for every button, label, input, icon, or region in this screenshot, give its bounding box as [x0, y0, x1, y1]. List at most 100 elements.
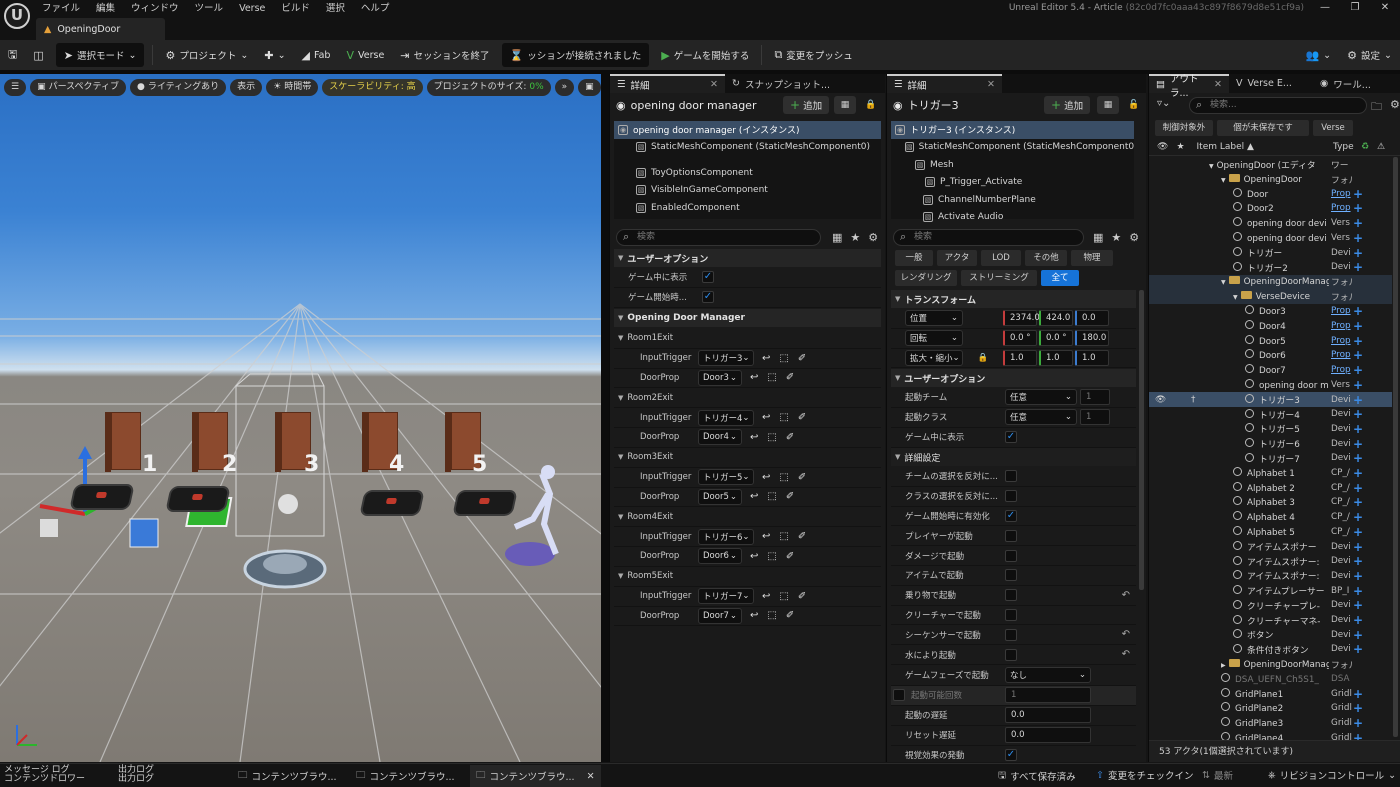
outliner-row[interactable]: トリガー Devi +: [1149, 245, 1392, 260]
restore-button[interactable]: ❐: [1340, 0, 1370, 17]
filter-0[interactable]: 一般: [895, 250, 933, 266]
room-header[interactable]: ▼ Room5Exit: [614, 567, 881, 587]
room-header[interactable]: ▼ Room2Exit: [614, 389, 881, 409]
outliner-row[interactable]: Alphabet 1 CP_/+: [1149, 466, 1392, 481]
eyedropper-icon[interactable]: ✐: [786, 491, 794, 502]
eyedropper-icon[interactable]: ✐: [786, 372, 794, 383]
show-button[interactable]: 表示: [230, 78, 263, 96]
component-row[interactable]: ▧ ChannelNumberPlane: [891, 191, 1134, 209]
table-icon[interactable]: ▦: [1093, 231, 1103, 244]
add-icon[interactable]: +: [1353, 378, 1363, 392]
chevron-down-icon[interactable]: ▼: [1221, 177, 1226, 184]
chevron-down-icon[interactable]: ▼: [1221, 279, 1226, 286]
outliner-row[interactable]: DSA_UEFN_Ch5S1_ DSA: [1149, 672, 1392, 687]
save-all-status[interactable]: 🖫 すべて保存済み: [998, 768, 1076, 784]
door-prop-dropdown[interactable]: Door7 ⌄: [698, 607, 742, 624]
outliner-row[interactable]: トリガー6 Devi +: [1149, 436, 1392, 451]
room-header[interactable]: ▼ Room3Exit: [614, 448, 881, 468]
add-icon[interactable]: +: [1353, 628, 1363, 642]
game-phase-dropdown[interactable]: なし ⌄: [1005, 667, 1091, 684]
reset-arrow-icon[interactable]: ↶: [1122, 629, 1130, 640]
close-icon[interactable]: ✕: [975, 79, 995, 90]
expand-button[interactable]: »: [554, 78, 575, 96]
back-arrow-icon[interactable]: ↩: [750, 372, 758, 383]
location-z-input[interactable]: 0.0: [1075, 310, 1109, 327]
visual-effects-checkbox[interactable]: ✓: [1005, 749, 1017, 762]
outliner-row[interactable]: GridPlane1 Gridl +: [1149, 686, 1392, 701]
reset-delay-input[interactable]: 0.0: [1005, 727, 1091, 744]
outliner-row[interactable]: ボタン Devi +: [1149, 627, 1392, 642]
outliner-scrollbar[interactable]: [1393, 157, 1398, 737]
outliner-item-type[interactable]: Prop: [1331, 365, 1353, 375]
activation-count-checkbox[interactable]: [893, 689, 905, 702]
gear-icon[interactable]: ⚙: [1390, 98, 1400, 117]
column-type[interactable]: Type: [1333, 142, 1354, 152]
details-search-input[interactable]: 検索: [893, 229, 1084, 246]
location-dropdown[interactable]: 位置 ⌄: [905, 310, 963, 327]
door-prop-dropdown[interactable]: Door6 ⌄: [698, 548, 742, 565]
perspective-button[interactable]: ▣ パースペクティブ: [30, 78, 126, 96]
eye-icon[interactable]: 👁: [1157, 142, 1168, 152]
close-icon[interactable]: ✕: [698, 79, 718, 90]
unreal-logo[interactable]: U: [4, 3, 30, 29]
gear-icon[interactable]: ⚙: [868, 231, 878, 244]
gear-icon[interactable]: ⚙: [1129, 231, 1139, 244]
menu-item[interactable]: ファイル: [34, 0, 88, 17]
section-opening-door-manager[interactable]: ▼ Opening Door Manager: [614, 309, 881, 327]
outliner-row[interactable]: 条件付きボタン Devi +: [1149, 642, 1392, 657]
chevron-right-icon[interactable]: ▶: [1221, 662, 1226, 669]
menu-item[interactable]: Verse: [231, 0, 273, 17]
outliner-row[interactable]: アイテムスポナー: Devi +: [1149, 569, 1392, 584]
outliner-item-type[interactable]: Prop: [1331, 306, 1353, 316]
add-icon[interactable]: +: [1353, 701, 1363, 715]
rotation-x-input[interactable]: 0.0 °: [1003, 330, 1037, 347]
outliner-item-type[interactable]: Prop: [1331, 321, 1353, 331]
eyedropper-icon[interactable]: ✐: [798, 412, 806, 423]
outliner-search-input[interactable]: 検索...: [1189, 97, 1367, 114]
component-row[interactable]: ▧ P_Trigger_Activate: [891, 174, 1134, 192]
outliner-row[interactable]: ▶ OpeningDoorManagフォル: [1149, 657, 1392, 672]
content-browser-tab-3[interactable]: 🗀 コンテンツブラウ... ✕: [470, 765, 601, 787]
filter-2[interactable]: LOD: [981, 250, 1021, 266]
back-arrow-icon[interactable]: ↩: [762, 472, 770, 483]
add-icon[interactable]: +: [1353, 187, 1363, 201]
menu-item[interactable]: ヘルプ: [353, 0, 398, 17]
browse-icon[interactable]: ⬚: [767, 551, 776, 562]
add-icon[interactable]: +: [1353, 554, 1363, 568]
advanced-row-checkbox[interactable]: [1005, 628, 1017, 641]
blueprint-button[interactable]: ▦: [834, 96, 856, 114]
add-component-button[interactable]: + 追加: [783, 96, 830, 114]
add-icon[interactable]: +: [1353, 569, 1363, 583]
start-game-button[interactable]: ▶ ゲームを開始する: [653, 43, 757, 67]
trigger-pad[interactable]: [69, 484, 135, 510]
eyedropper-icon[interactable]: ✐: [798, 353, 806, 364]
component-row[interactable]: ◉ opening door manager (インスタンス): [614, 121, 881, 139]
input-trigger-dropdown[interactable]: トリガー6 ⌄: [698, 528, 754, 545]
eye-icon[interactable]: 👁: [1155, 395, 1166, 405]
add-icon[interactable]: +: [1353, 466, 1363, 480]
back-arrow-icon[interactable]: ↩: [762, 412, 770, 423]
browse-icon[interactable]: ⬚: [779, 472, 788, 483]
advanced-row-checkbox[interactable]: [1005, 569, 1017, 582]
time-of-day-button[interactable]: ☀ 時間帯: [266, 78, 319, 96]
menu-item[interactable]: 編集: [88, 0, 123, 17]
eyedropper-icon[interactable]: ✐: [786, 610, 794, 621]
add-icon[interactable]: +: [1353, 363, 1363, 377]
activating-team-number[interactable]: 1: [1080, 389, 1110, 406]
add-icon[interactable]: +: [1353, 216, 1363, 230]
add-icon[interactable]: +: [1353, 393, 1363, 407]
advanced-row-checkbox[interactable]: [1005, 490, 1017, 503]
outliner-row[interactable]: Door4 Prop +: [1149, 319, 1392, 334]
mode-selector[interactable]: ➤ 選択モード ⌄: [55, 43, 145, 67]
lock-icon[interactable]: 🔒: [860, 96, 882, 114]
source-control-icon-button[interactable]: ◫: [25, 43, 51, 67]
star-icon[interactable]: ★: [850, 231, 860, 244]
component-row[interactable]: ▧ VisibleInGameComponent: [614, 182, 881, 200]
panel-splitter[interactable]: [601, 74, 609, 762]
outliner-row[interactable]: Door7 Prop +: [1149, 363, 1392, 378]
add-icon[interactable]: +: [1353, 304, 1363, 318]
outliner-row[interactable]: Door5 Prop +: [1149, 333, 1392, 348]
filter-4[interactable]: 物理: [1071, 250, 1113, 266]
section-user-options[interactable]: ▼ ユーザーオプション: [614, 249, 881, 267]
menu-item[interactable]: ツール: [187, 0, 232, 17]
